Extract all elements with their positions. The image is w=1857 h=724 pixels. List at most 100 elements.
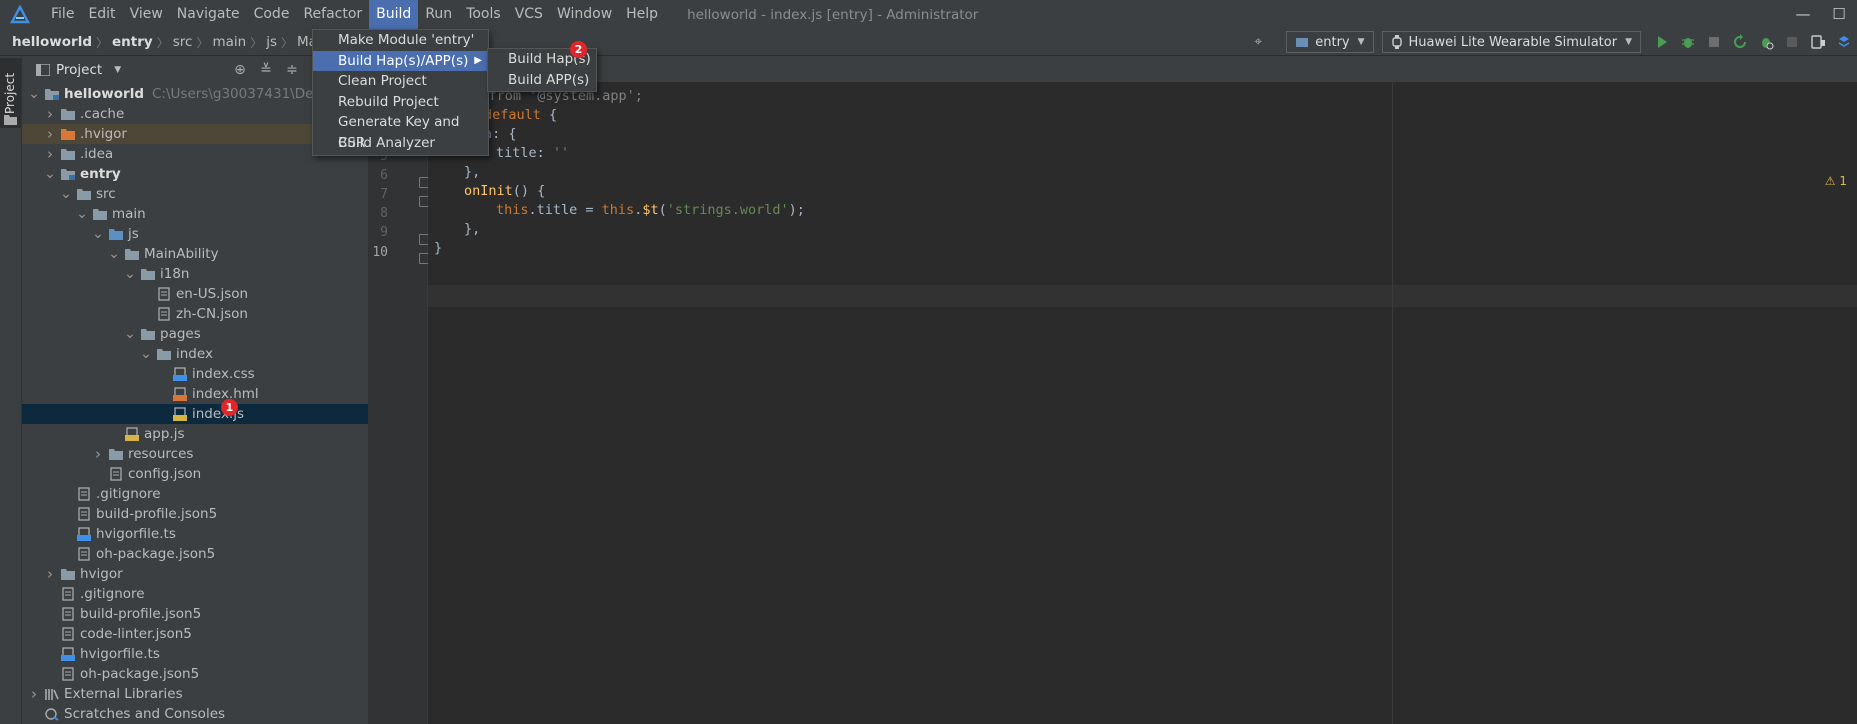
tree-item[interactable]: › hvigor [22, 564, 368, 584]
apply-changes-icon[interactable] [1732, 34, 1748, 50]
menu-code[interactable]: Code [247, 0, 297, 29]
tree-item[interactable]: ⌄ i18n [22, 264, 368, 284]
line-number: 10 [372, 245, 388, 260]
tree-item[interactable]: index.hml [22, 384, 368, 404]
project-panel-title[interactable]: Project [56, 62, 102, 78]
locate-icon[interactable]: ⌖ [1254, 34, 1270, 50]
line-number: 6 [380, 168, 388, 183]
tree-item[interactable]: › External Libraries [22, 684, 368, 704]
chevron-down-icon[interactable]: ⌄ [28, 86, 40, 102]
expand-all-icon[interactable]: ≚ [258, 62, 274, 78]
device-selector[interactable]: Huawei Lite Wearable Simulator ▼ [1381, 31, 1641, 53]
chevron-down-icon[interactable]: ⌄ [92, 226, 104, 242]
tree-item[interactable]: oh-package.json5 [22, 664, 368, 684]
breadcrumb-item[interactable]: helloworld 〉 [12, 34, 112, 51]
menu-window[interactable]: Window [550, 0, 619, 29]
tree-item[interactable]: oh-package.json5 [22, 544, 368, 564]
breadcrumb-item[interactable]: entry 〉 [112, 34, 173, 51]
chevron-right-icon[interactable]: › [28, 685, 40, 703]
project-tree: ⌄ helloworld C:\Users\g30037431\Desktop\ ›.… [22, 84, 368, 724]
tree-item[interactable]: ⌄ src [22, 184, 368, 204]
tree-item[interactable]: ⌄ js [22, 224, 368, 244]
tree-item[interactable]: hvigorfile.ts [22, 644, 368, 664]
build-menu-item[interactable]: Clean Project [313, 71, 488, 92]
chevron-right-icon[interactable]: › [44, 565, 56, 583]
module-icon [1296, 38, 1309, 47]
tree-item[interactable]: index.css [22, 364, 368, 384]
sync-icon[interactable] [1836, 34, 1852, 50]
tree-item[interactable]: build-profile.json5 [22, 604, 368, 624]
stop-icon[interactable] [1784, 34, 1800, 50]
tree-item[interactable]: zh-CN.json [22, 304, 368, 324]
tree-item[interactable]: code-linter.json5 [22, 624, 368, 644]
caret-line-highlight [428, 285, 1857, 307]
chevron-down-icon[interactable]: ⌄ [124, 326, 136, 342]
menu-build[interactable]: Build [369, 0, 419, 29]
tree-item[interactable]: › resources [22, 444, 368, 464]
menu-refactor[interactable]: Refactor [296, 0, 369, 29]
breadcrumb-item[interactable]: main 〉 [212, 34, 266, 51]
chevron-right-icon[interactable]: › [92, 445, 104, 463]
menu-run[interactable]: Run [418, 0, 459, 29]
chevron-down-icon[interactable]: ⌄ [124, 266, 136, 282]
build-menu-item[interactable]: Build Analyzer [313, 133, 488, 154]
module-folder-icon [44, 87, 64, 101]
attach-debugger-icon[interactable] [1706, 34, 1722, 50]
module-selector[interactable]: entry ▼ [1286, 31, 1374, 53]
submenu-arrow-icon: ▶ [474, 54, 482, 66]
menu-tools[interactable]: Tools [459, 0, 508, 29]
code-editor[interactable]: app from '@system.app'; default { a: { t… [428, 82, 1857, 724]
menu-help[interactable]: Help [619, 0, 665, 29]
project-tool-tab[interactable]: Project [0, 58, 21, 128]
crosshair-icon[interactable]: ⊕ [232, 62, 248, 78]
chevron-right-icon[interactable]: › [44, 105, 56, 123]
tree-item[interactable]: build-profile.json5 [22, 504, 368, 524]
tree-item[interactable]: Scratches and Consoles [22, 704, 368, 724]
chevron-down-icon[interactable]: ⌄ [108, 246, 120, 262]
menu-vcs[interactable]: VCS [508, 0, 550, 29]
tree-item[interactable]: ⌄ index [22, 344, 368, 364]
device-manager-icon[interactable] [1810, 34, 1826, 50]
tree-item-label: .hvigor [80, 126, 127, 142]
menu-edit[interactable]: Edit [81, 0, 122, 29]
menu-navigate[interactable]: Navigate [170, 0, 247, 29]
menu-view[interactable]: View [123, 0, 170, 29]
tree-item[interactable]: .gitignore [22, 584, 368, 604]
build-menu-item-label: Clean Project [338, 73, 427, 90]
build-menu-item[interactable]: Build Hap(s)/APP(s) ▶ [313, 50, 488, 72]
chevron-down-icon[interactable]: ▼ [114, 65, 121, 75]
tree-item[interactable]: ⌄ entry [22, 164, 368, 184]
tree-item-label: index.css [192, 366, 255, 382]
tree-item[interactable]: .gitignore [22, 484, 368, 504]
tree-item[interactable]: ⌄ MainAbility [22, 244, 368, 264]
minimize-icon[interactable]: — [1794, 5, 1812, 23]
debug-icon[interactable] [1680, 34, 1696, 50]
breadcrumb-item[interactable]: src 〉 [173, 34, 213, 51]
chevron-down-icon[interactable]: ⌄ [76, 206, 88, 222]
build-submenu-item[interactable]: Build Hap(s) 2 [488, 41, 596, 70]
build-menu-item[interactable]: Make Module 'entry' [313, 30, 488, 51]
build-menu-item[interactable]: Rebuild Project [313, 92, 488, 113]
collapse-all-icon[interactable]: ≑ [284, 62, 300, 78]
tree-item[interactable]: app.js [22, 424, 368, 444]
warning-indicator[interactable]: ⚠ 1 [1825, 174, 1847, 188]
chevron-down-icon[interactable]: ⌄ [44, 166, 56, 182]
breadcrumb-item[interactable]: js 〉 [266, 34, 297, 51]
tree-item[interactable]: ⌄ main [22, 204, 368, 224]
build-menu-item[interactable]: Generate Key and CSR [313, 112, 488, 151]
maximize-icon[interactable]: ☐ [1830, 5, 1848, 23]
menu-file[interactable]: File [44, 0, 81, 29]
tree-item-label: build-profile.json5 [96, 506, 218, 522]
chevron-right-icon[interactable]: › [44, 125, 56, 143]
chevron-right-icon[interactable]: › [44, 145, 56, 163]
tree-item[interactable]: config.json [22, 464, 368, 484]
chevron-down-icon[interactable]: ⌄ [140, 346, 152, 362]
tree-item[interactable]: ⌄ pages [22, 324, 368, 344]
tree-item[interactable]: en-US.json [22, 284, 368, 304]
tree-item[interactable]: index.js 1 [22, 399, 368, 424]
chevron-down-icon[interactable]: ⌄ [60, 186, 72, 202]
profile-icon[interactable] [1758, 34, 1774, 50]
run-icon[interactable] [1654, 34, 1670, 50]
build-submenu-item[interactable]: Build APP(s) [488, 70, 596, 91]
tree-item[interactable]: hvigorfile.ts [22, 524, 368, 544]
